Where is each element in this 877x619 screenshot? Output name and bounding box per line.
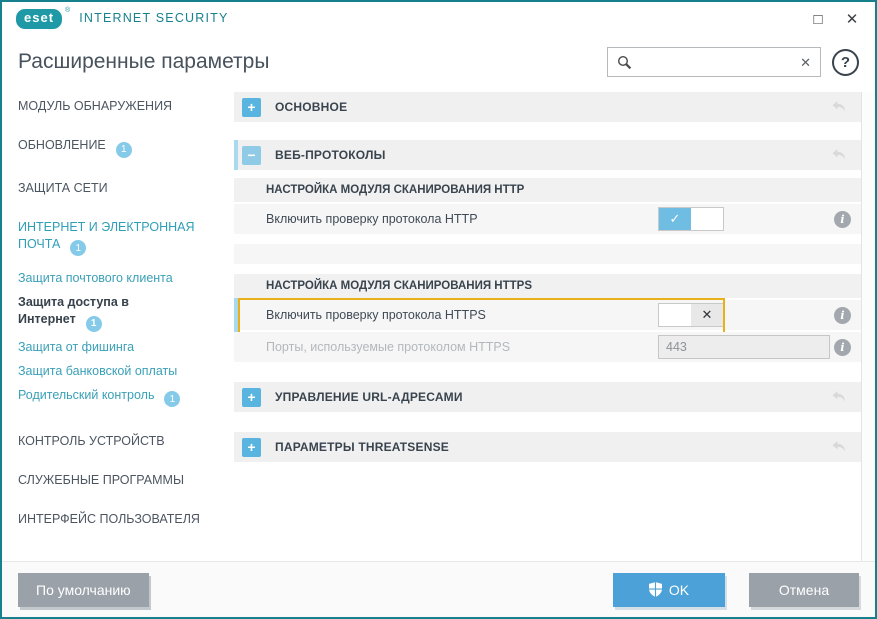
sidebar-item-email-client-protection[interactable]: Защита почтового клиента [18,270,198,287]
sidebar-item-user-interface[interactable]: ИНТЕРФЕЙС ПОЛЬЗОВАТЕЛЯ [18,511,218,528]
search-clear-icon[interactable]: ✕ [800,56,811,69]
default-button[interactable]: По умолчанию [18,573,149,607]
info-icon[interactable]: i [834,211,851,228]
sidebar: МОДУЛЬ ОБНАРУЖЕНИЯ ОБНОВЛЕНИЕ 1 ЗАЩИТА СЕ… [2,88,234,561]
notification-badge: 1 [116,142,132,158]
group-https-scanner-setup: НАСТРОЙКА МОДУЛЯ СКАНИРОВАНИЯ HTTPS [234,274,861,298]
sidebar-item-label: Защита от фишинга [18,340,134,354]
undo-icon[interactable] [832,149,847,162]
setting-row-https-ports: Порты, используемые протоколом HTTPS i [234,332,861,362]
setting-row-http-check: Включить проверку протокола HTTP ✓ i [234,204,861,234]
setting-label: Порты, используемые протоколом HTTPS [266,340,658,354]
group-title: НАСТРОЙКА МОДУЛЯ СКАНИРОВАНИЯ HTTP [266,184,524,196]
undo-icon[interactable] [832,441,847,454]
maximize-button[interactable]: □ [801,5,835,33]
group-title: НАСТРОЙКА МОДУЛЯ СКАНИРОВАНИЯ HTTPS [266,280,532,292]
info-icon[interactable]: i [834,339,851,356]
info-icon[interactable]: i [834,307,851,324]
expand-icon[interactable]: + [242,388,261,407]
section-url-management[interactable]: + УПРАВЛЕНИЕ URL-АДРЕСАМИ [234,382,861,412]
close-button[interactable]: ✕ [835,5,869,33]
undo-icon[interactable] [832,101,847,114]
setting-label: Включить проверку протокола HTTP [266,212,658,226]
sidebar-item-network-protection[interactable]: ЗАЩИТА СЕТИ [18,180,218,197]
setting-row-https-check: Включить проверку протокола HTTPS ✕ i [234,300,861,330]
settings-content: + ОСНОВНОЕ − ВЕБ-ПРОТОКОЛЫ [234,88,875,561]
section-threatsense[interactable]: + ПАРАМЕТРЫ THREATSENSE [234,432,861,462]
sidebar-item-label: ИНТЕРНЕТ И ЭЛЕКТРОННАЯ ПОЧТА [18,220,194,251]
ok-button[interactable]: OK [613,573,725,607]
section-title: ПАРАМЕТРЫ THREATSENSE [275,440,449,454]
sidebar-item-detection-engine[interactable]: МОДУЛЬ ОБНАРУЖЕНИЯ [18,98,218,115]
sidebar-item-label: МОДУЛЬ ОБНАРУЖЕНИЯ [18,99,172,113]
sidebar-item-label: ИНТЕРФЕЙС ПОЛЬЗОВАТЕЛЯ [18,512,200,526]
toggle-cross-icon: ✕ [691,304,723,326]
eset-logo: eset [16,9,62,29]
sidebar-item-label: СЛУЖЕБНЫЕ ПРОГРАММЫ [18,473,184,487]
body: МОДУЛЬ ОБНАРУЖЕНИЯ ОБНОВЛЕНИЕ 1 ЗАЩИТА СЕ… [2,88,875,561]
page-header: Расширенные параметры ✕ ? [2,36,875,88]
product-name: INTERNET SECURITY [79,11,228,25]
setting-label: Включить проверку протокола HTTPS [266,308,658,322]
search-input[interactable] [639,54,793,71]
eset-settings-window: eset ® INTERNET SECURITY □ ✕ Расширенные… [0,0,877,619]
window-controls: □ ✕ [801,5,869,33]
sidebar-item-label: КОНТРОЛЬ УСТРОЙСТВ [18,434,165,448]
search-box: ✕ [607,47,821,77]
sidebar-item-banking-protection[interactable]: Защита банковской оплаты [18,363,198,380]
sidebar-item-web-and-email[interactable]: ИНТЕРНЕТ И ЭЛЕКТРОННАЯ ПОЧТА1 [18,219,218,257]
header-tools: ✕ ? [607,47,859,77]
registered-mark: ® [65,7,70,14]
sidebar-item-label: Защита доступа в Интернет [18,295,129,326]
section-title: УПРАВЛЕНИЕ URL-АДРЕСАМИ [275,390,463,404]
undo-icon[interactable] [832,391,847,404]
https-check-toggle[interactable]: ✕ [658,303,724,327]
section-title: ВЕБ-ПРОТОКОЛЫ [275,148,386,162]
notification-badge: 1 [164,391,180,407]
sidebar-item-parental-control[interactable]: Родительский контроль 1 [18,387,198,408]
sidebar-item-label: Родительский контроль [18,388,154,402]
section-web-protocols[interactable]: − ВЕБ-ПРОТОКОЛЫ [234,140,861,170]
sidebar-item-device-control[interactable]: КОНТРОЛЬ УСТРОЙСТВ [18,433,218,450]
scrollbar-track[interactable] [861,92,875,561]
section-title: ОСНОВНОЕ [275,100,347,114]
sidebar-item-web-access-protection[interactable]: Защита доступа в Интернет1 [18,294,190,332]
sidebar-item-label: Защита почтового клиента [18,271,173,285]
cancel-button[interactable]: Отмена [749,573,859,607]
group-http-scanner-setup: НАСТРОЙКА МОДУЛЯ СКАНИРОВАНИЯ HTTP [234,178,861,202]
page-title: Расширенные параметры [18,50,269,74]
expand-icon[interactable]: + [242,98,261,117]
brand: eset ® INTERNET SECURITY [16,9,229,29]
sidebar-item-label: ОБНОВЛЕНИЕ [18,138,106,152]
sidebar-item-update[interactable]: ОБНОВЛЕНИЕ 1 [18,137,218,158]
uac-shield-icon [649,582,662,597]
sidebar-item-anti-phishing[interactable]: Защита от фишинга [18,339,198,356]
section-basic[interactable]: + ОСНОВНОЕ [234,92,861,122]
expand-icon[interactable]: + [242,438,261,457]
https-ports-input [658,335,830,359]
help-icon[interactable]: ? [832,49,859,76]
sidebar-item-label: Защита банковской оплаты [18,364,177,378]
sidebar-item-label: ЗАЩИТА СЕТИ [18,181,108,195]
sidebar-item-tools[interactable]: СЛУЖЕБНЫЕ ПРОГРАММЫ [18,472,218,489]
settings-sections: + ОСНОВНОЕ − ВЕБ-ПРОТОКОЛЫ [234,92,861,561]
notification-badge: 1 [70,240,86,256]
toggle-check-icon: ✓ [659,208,691,230]
titlebar: eset ® INTERNET SECURITY □ ✕ [2,2,875,36]
collapse-icon[interactable]: − [242,146,261,165]
ok-button-label: OK [669,582,689,598]
notification-badge: 1 [86,316,102,332]
http-check-toggle[interactable]: ✓ [658,207,724,231]
footer-bar: По умолчанию OK Отмена [2,561,875,617]
search-icon [617,55,632,70]
